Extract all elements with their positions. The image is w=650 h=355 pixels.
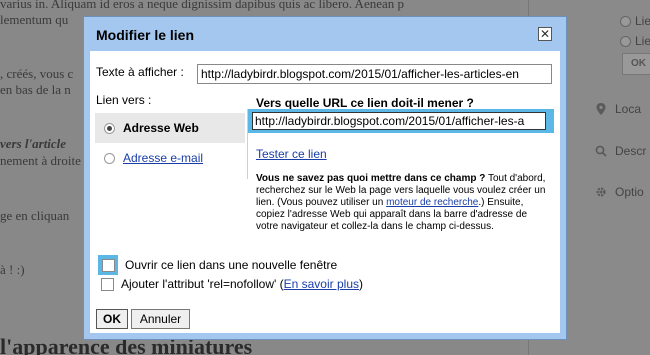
display-text-input[interactable]: http://ladybirdr.blogspot.com/2015/01/af…: [197, 64, 552, 84]
new-window-checkbox[interactable]: [101, 258, 115, 272]
location-icon: [595, 103, 607, 115]
sidebar-item-description[interactable]: Descr: [595, 144, 646, 158]
bg-text-line: nement à droite: [0, 153, 81, 168]
sidebar-radio[interactable]: Lie: [620, 34, 650, 48]
learn-more-link[interactable]: En savoir plus: [284, 277, 359, 291]
bg-text-line: à ! :): [0, 262, 25, 277]
radio-icon: [104, 152, 115, 164]
nofollow-label: Ajouter l'attribut 'rel=nofollow' (En sa…: [121, 277, 363, 291]
bg-text-line: ge en cliquan: [0, 208, 70, 223]
bg-text-line: en bas de la n: [0, 82, 71, 97]
nofollow-label-close: ): [359, 277, 363, 291]
search-engine-link[interactable]: moteur de recherche: [386, 197, 478, 208]
cancel-button[interactable]: Annuler: [131, 309, 190, 329]
link-type-web-address[interactable]: Adresse Web: [95, 113, 245, 143]
link-type-label: Adresse Web: [123, 121, 199, 135]
radio-icon: [620, 15, 631, 27]
link-to-label: Lien vers :: [96, 93, 152, 107]
sidebar-radio[interactable]: Lie: [620, 14, 650, 28]
help-text: Vous ne savez pas quoi mettre dans ce ch…: [256, 173, 548, 233]
nofollow-label-text: Ajouter l'attribut 'rel=nofollow' (: [121, 277, 284, 291]
new-window-label: Ouvrir ce lien dans une nouvelle fenêtre: [125, 258, 338, 272]
radio-selected-icon: [104, 122, 115, 134]
link-type-email-link[interactable]: Adresse e-mail: [123, 151, 203, 165]
link-type-list: Adresse Web Adresse e-mail: [95, 109, 245, 175]
ok-button[interactable]: OK: [96, 309, 128, 329]
url-input[interactable]: http://ladybirdr.blogspot.com/2015/01/af…: [252, 112, 546, 130]
bg-text-line: lementum qu: [0, 12, 69, 27]
radio-icon: [620, 35, 631, 47]
sidebar-radio-label: Lie: [635, 34, 650, 48]
close-icon[interactable]: ✕: [538, 27, 552, 41]
checkbox-focus-ring: [98, 255, 118, 275]
sidebar-item-location[interactable]: Loca: [595, 102, 641, 116]
dialog-title: Modifier le lien: [96, 27, 195, 43]
test-link[interactable]: Tester ce lien: [256, 147, 327, 161]
sidebar-item-label: Optio: [615, 185, 644, 199]
bg-text-line: , créés, vous c: [0, 66, 74, 81]
gear-icon: [595, 186, 607, 198]
sidebar-radio-label: Lie: [635, 14, 650, 28]
link-type-email-address[interactable]: Adresse e-mail: [95, 143, 245, 173]
bg-text-line: vers l'article: [0, 136, 67, 151]
sidebar-item-label: Loca: [615, 102, 642, 116]
nofollow-option[interactable]: Ajouter l'attribut 'rel=nofollow' (En sa…: [101, 277, 363, 291]
url-input-focus-ring: http://ladybirdr.blogspot.com/2015/01/af…: [248, 109, 554, 133]
sidebar-item-label: Descr: [615, 144, 647, 158]
edit-link-dialog: Modifier le lien ✕ Texte à afficher : ht…: [83, 16, 567, 340]
new-window-option[interactable]: Ouvrir ce lien dans une nouvelle fenêtre: [98, 255, 337, 275]
nofollow-checkbox[interactable]: [101, 277, 114, 291]
url-question: Vers quelle URL ce lien doit-il mener ?: [256, 96, 474, 110]
sidebar-item-options[interactable]: Optio: [595, 185, 644, 199]
sidebar-ok-button[interactable]: OK: [622, 53, 650, 75]
bg-text-line: varius in. Aliquam id eros a neque digni…: [0, 0, 405, 11]
search-icon: [595, 145, 607, 157]
help-bold: Vous ne savez pas quoi mettre dans ce ch…: [256, 173, 486, 184]
display-text-label: Texte à afficher :: [96, 65, 184, 79]
